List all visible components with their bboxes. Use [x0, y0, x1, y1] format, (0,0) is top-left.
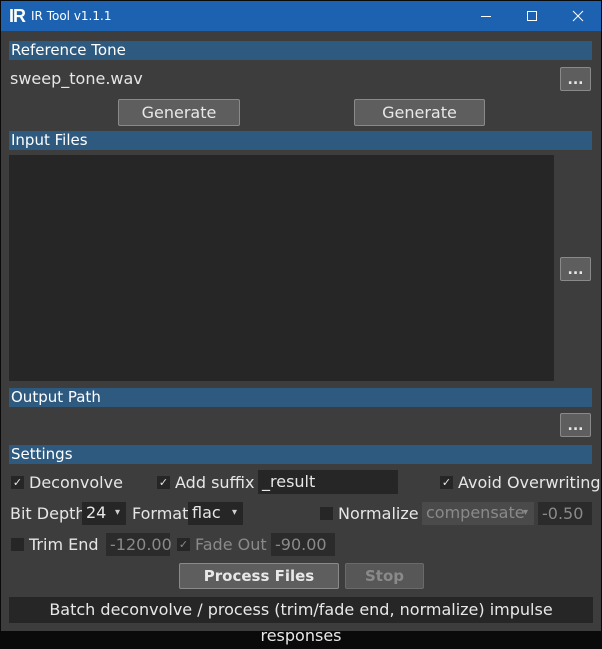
app-window: IR IR Tool v1.1.1 Reference Tone sweep_t…	[1, 1, 601, 645]
trim-end-input[interactable]: -120.00	[106, 533, 172, 556]
input-file-list[interactable]	[9, 155, 554, 381]
avoid-overwriting-checkbox[interactable]: ✓	[440, 476, 453, 489]
close-button[interactable]	[555, 1, 601, 31]
process-files-button[interactable]: Process Files	[179, 563, 339, 589]
add-suffix-checkbox[interactable]: ✓	[157, 476, 170, 489]
format-value: flac	[192, 503, 221, 522]
section-output-path: Output Path	[9, 388, 592, 407]
fade-out-input[interactable]: -90.00	[271, 533, 335, 556]
maximize-icon	[527, 11, 537, 21]
window-title: IR Tool v1.1.1	[31, 9, 112, 23]
generate-sweep-button[interactable]: Generate Sweep	[118, 99, 240, 147]
minimize-button[interactable]	[463, 1, 509, 31]
output-browse-button[interactable]: ...	[560, 413, 591, 437]
normalize-level-input[interactable]: -0.50	[538, 502, 592, 525]
title-bar[interactable]: IR IR Tool v1.1.1	[1, 1, 601, 31]
normalize-mode-select[interactable]: compensate ▾	[422, 502, 534, 525]
close-icon	[572, 10, 584, 22]
format-label: Format	[132, 504, 189, 523]
trim-end-checkbox[interactable]	[11, 538, 24, 551]
normalize-label: Normalize	[338, 504, 419, 523]
status-bar: Batch deconvolve / process (trim/fade en…	[9, 597, 593, 645]
deconvolve-checkbox[interactable]: ✓	[11, 476, 24, 489]
reference-file-name: sweep_tone.wav	[10, 69, 143, 88]
add-suffix-label: Add suffix	[175, 473, 255, 492]
chevron-down-icon: ▾	[114, 507, 120, 518]
section-reference-tone: Reference Tone	[9, 41, 592, 60]
trim-end-label: Trim End	[29, 535, 99, 554]
minimize-icon	[481, 16, 491, 17]
normalize-mode-value: compensate	[426, 503, 525, 522]
chevron-down-icon: ▾	[522, 507, 528, 518]
avoid-overwriting-label: Avoid Overwriting	[458, 473, 601, 492]
normalize-checkbox[interactable]	[320, 507, 333, 520]
deconvolve-label: Deconvolve	[29, 473, 123, 492]
bit-depth-value: 24	[86, 503, 107, 522]
bit-depth-select[interactable]: 24 ▾	[82, 502, 126, 525]
section-settings: Settings	[9, 445, 592, 464]
section-input-files: Input Files	[9, 131, 592, 150]
generate-impulse-button[interactable]: Generate Impulse	[354, 99, 485, 147]
maximize-button[interactable]	[509, 1, 555, 31]
reference-browse-button[interactable]: ...	[560, 67, 591, 91]
format-select[interactable]: flac ▾	[188, 502, 243, 525]
input-browse-button[interactable]: ...	[560, 257, 591, 281]
chevron-down-icon: ▾	[231, 507, 237, 518]
fade-out-checkbox[interactable]: ✓	[177, 538, 190, 551]
bit-depth-label: Bit Depth	[10, 504, 86, 523]
suffix-input[interactable]: _result	[258, 470, 398, 494]
app-logo: IR	[9, 6, 26, 26]
stop-button[interactable]: Stop	[345, 563, 424, 589]
fade-out-label: Fade Out	[195, 535, 267, 554]
